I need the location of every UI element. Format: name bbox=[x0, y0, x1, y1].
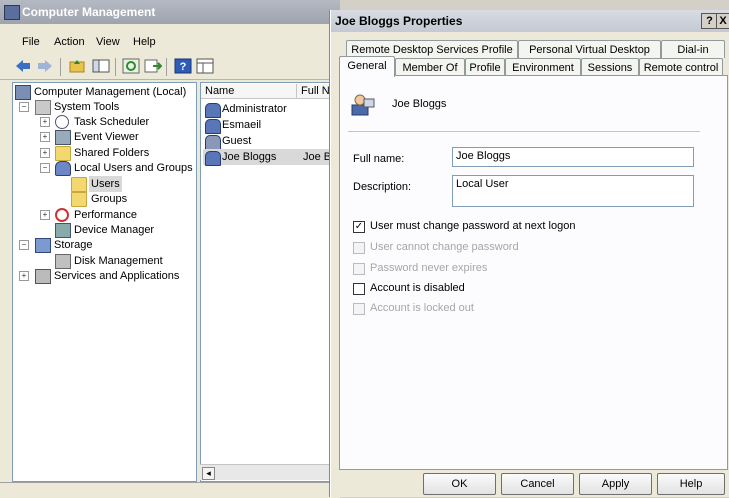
user-list-pane: Name Full Na Administrator Esmaeil Guest… bbox=[200, 82, 332, 482]
list-item[interactable]: Guest bbox=[203, 133, 331, 150]
ok-button[interactable]: OK bbox=[423, 473, 496, 495]
description-label: Description: bbox=[353, 181, 412, 193]
must-change-password-checkbox[interactable]: ✓ bbox=[353, 221, 365, 233]
disabled-user-icon bbox=[205, 135, 221, 150]
shared-folder-icon bbox=[55, 146, 71, 161]
menu-help[interactable]: Help bbox=[133, 36, 156, 48]
menu-bar: File Action View Help bbox=[0, 33, 340, 53]
computer-management-icon bbox=[15, 85, 31, 100]
cancel-button[interactable]: Cancel bbox=[501, 473, 574, 495]
tab-general[interactable]: General bbox=[339, 56, 395, 77]
user-properties-dialog: Joe Bloggs Properties ? X Remote Desktop… bbox=[330, 10, 729, 497]
device-manager-icon bbox=[55, 223, 71, 238]
help-icon[interactable]: ? bbox=[174, 58, 192, 74]
account-locked-out-checkbox bbox=[353, 303, 365, 315]
event-viewer-icon bbox=[55, 130, 71, 145]
tab-personal-virtual-desktop[interactable]: Personal Virtual Desktop bbox=[518, 40, 661, 58]
expand-icon[interactable]: + bbox=[40, 132, 50, 142]
export-list-icon[interactable] bbox=[144, 58, 162, 74]
menu-file[interactable]: File bbox=[22, 36, 40, 48]
toolbar-separator bbox=[60, 58, 61, 76]
title-bar[interactable]: Computer Management bbox=[0, 0, 340, 24]
dialog-title: Joe Bloggs Properties bbox=[335, 14, 463, 28]
full-name-label: Full name: bbox=[353, 153, 405, 165]
toolbar-separator bbox=[166, 58, 167, 76]
refresh-icon[interactable] bbox=[122, 58, 140, 74]
forward-arrow-icon[interactable] bbox=[36, 58, 54, 74]
divider bbox=[348, 131, 700, 132]
toolbar-separator bbox=[115, 58, 116, 76]
password-never-expires-checkbox bbox=[353, 263, 365, 275]
tab-profile[interactable]: Profile bbox=[465, 58, 505, 76]
column-header-full-name[interactable]: Full Na bbox=[297, 84, 331, 99]
scroll-left-icon[interactable]: ◂ bbox=[202, 467, 215, 480]
console-tree[interactable]: Computer Management (Local) − System Too… bbox=[12, 82, 197, 482]
help-button[interactable]: Help bbox=[657, 473, 725, 495]
full-name-field[interactable]: Joe Bloggs bbox=[452, 147, 694, 167]
tab-dial-in[interactable]: Dial-in bbox=[661, 40, 725, 58]
password-never-expires-label: Password never expires bbox=[370, 262, 488, 274]
tab-sessions[interactable]: Sessions bbox=[581, 58, 639, 76]
expand-icon[interactable]: + bbox=[40, 117, 50, 127]
horizontal-scrollbar[interactable]: ◂ bbox=[200, 464, 330, 480]
list-item-selected[interactable]: Joe Bloggs Joe Bl bbox=[203, 149, 331, 166]
dialog-title-bar[interactable]: Joe Bloggs Properties ? X bbox=[331, 10, 729, 32]
user-icon bbox=[205, 151, 221, 166]
menu-view[interactable]: View bbox=[96, 36, 120, 48]
cannot-change-password-checkbox bbox=[353, 242, 365, 254]
tab-environment[interactable]: Environment bbox=[505, 58, 581, 76]
computer-management-window: Computer Management File Action View Hel… bbox=[0, 0, 340, 498]
toolbar: ? bbox=[0, 55, 340, 80]
menu-action[interactable]: Action bbox=[54, 36, 85, 48]
system-tools-icon bbox=[35, 100, 51, 115]
back-arrow-icon[interactable] bbox=[14, 58, 32, 74]
expand-icon[interactable]: + bbox=[19, 271, 29, 281]
expand-icon[interactable]: + bbox=[40, 210, 50, 220]
clock-icon bbox=[55, 115, 69, 129]
user-icon bbox=[205, 103, 221, 118]
list-item[interactable]: Esmaeil bbox=[203, 117, 331, 134]
expand-icon[interactable]: + bbox=[40, 148, 50, 158]
folder-icon bbox=[71, 177, 87, 192]
properties-pane-icon[interactable] bbox=[196, 58, 214, 74]
window-title: Computer Management bbox=[22, 5, 156, 19]
list-item[interactable]: Administrator bbox=[203, 101, 331, 118]
performance-icon bbox=[55, 208, 69, 222]
general-tab-panel: Joe Bloggs Full name: Joe Bloggs Descrip… bbox=[339, 75, 728, 470]
collapse-icon[interactable]: − bbox=[19, 102, 29, 112]
apply-button[interactable]: Apply bbox=[579, 473, 652, 495]
storage-icon bbox=[35, 238, 51, 253]
users-group-icon bbox=[55, 161, 71, 176]
computer-management-icon bbox=[4, 5, 20, 20]
collapse-icon[interactable]: − bbox=[40, 163, 50, 173]
close-button[interactable]: X bbox=[716, 13, 729, 29]
collapse-icon[interactable]: − bbox=[19, 240, 29, 250]
user-icon bbox=[351, 94, 375, 116]
account-disabled-checkbox[interactable] bbox=[353, 283, 365, 295]
status-bar bbox=[0, 482, 340, 498]
svg-text:?: ? bbox=[180, 61, 187, 73]
up-folder-icon[interactable] bbox=[68, 58, 86, 74]
tab-remote-control[interactable]: Remote control bbox=[639, 58, 723, 76]
disk-management-icon bbox=[55, 254, 71, 269]
account-disabled-label: Account is disabled bbox=[370, 282, 465, 294]
must-change-password-label: User must change password at next logon bbox=[370, 220, 576, 232]
user-display-name: Joe Bloggs bbox=[392, 98, 447, 110]
description-field[interactable]: Local User bbox=[452, 175, 694, 207]
tab-member-of[interactable]: Member Of bbox=[395, 58, 465, 76]
show-hide-tree-icon[interactable] bbox=[92, 58, 110, 74]
user-icon bbox=[205, 119, 221, 134]
services-icon bbox=[35, 269, 51, 284]
folder-icon bbox=[71, 192, 87, 207]
account-locked-out-label: Account is locked out bbox=[370, 302, 474, 314]
column-header-name[interactable]: Name bbox=[201, 84, 297, 99]
cannot-change-password-label: User cannot change password bbox=[370, 241, 519, 253]
